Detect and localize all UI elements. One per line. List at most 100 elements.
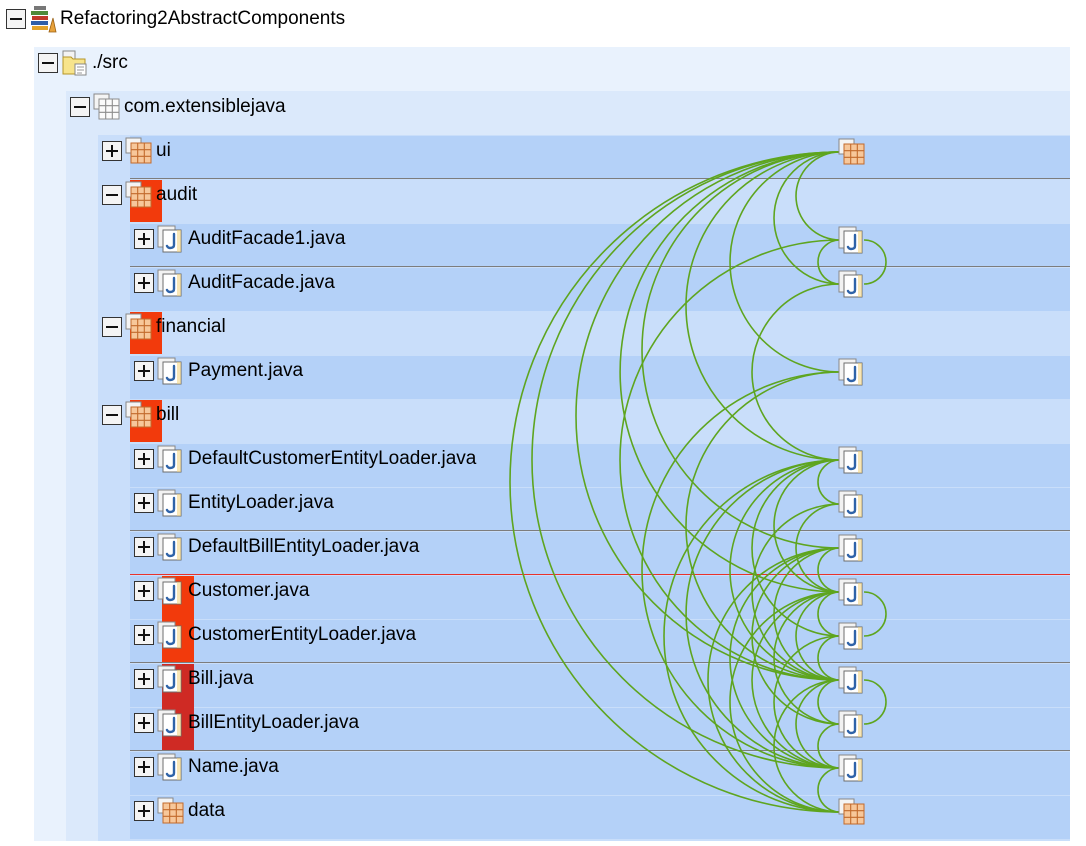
collapse-toggle[interactable] [102, 185, 122, 205]
dependency-arc [729, 459, 841, 681]
tree-row-auditfacade1[interactable]: AuditFacade1.java [134, 223, 345, 255]
tree-row-billentityloader[interactable]: BillEntityLoader.java [134, 707, 359, 739]
package-icon [125, 181, 153, 209]
expand-toggle[interactable] [134, 713, 154, 733]
expand-toggle[interactable] [134, 581, 154, 601]
dependency-java-icon[interactable] [838, 622, 866, 650]
tree-node-label: Bill.java [188, 668, 254, 689]
dependency-java-icon[interactable] [838, 666, 866, 694]
java-file-icon [157, 665, 185, 693]
expand-toggle[interactable] [134, 273, 154, 293]
dependency-arc [817, 459, 841, 505]
dependency-arc [773, 679, 841, 813]
package-icon [125, 137, 153, 165]
dependency-java-icon[interactable] [838, 534, 866, 562]
tree-row-customer[interactable]: Customer.java [134, 575, 309, 607]
tree-row-name[interactable]: Name.java [134, 751, 279, 783]
project-label: Refactoring2AbstractComponents [60, 8, 346, 29]
dependency-arc [817, 679, 841, 725]
dependency-arc [817, 591, 841, 637]
java-file-icon [157, 489, 185, 517]
source-folder-label: ./src [92, 52, 128, 73]
java-file-icon [157, 533, 185, 561]
dependency-java-icon[interactable] [838, 710, 866, 738]
tree-node-label: data [188, 800, 225, 821]
dependency-cycle-arc [863, 679, 887, 725]
collapse-toggle[interactable] [102, 405, 122, 425]
tree-row-bill-java[interactable]: Bill.java [134, 663, 253, 695]
package-icon [157, 797, 185, 825]
tree-row-payment[interactable]: Payment.java [134, 355, 303, 387]
dependency-arc [817, 635, 841, 681]
tree-row-bill[interactable]: bill [102, 399, 179, 431]
root-package-label: com.extensiblejava [124, 96, 286, 117]
tree-row-project[interactable]: Refactoring2AbstractComponents [6, 3, 345, 35]
package-icon [125, 313, 153, 341]
dependency-java-icon[interactable] [838, 226, 866, 254]
tree-row-ui[interactable]: ui [102, 135, 171, 167]
collapse-toggle[interactable] [102, 317, 122, 337]
collapse-toggle[interactable] [70, 97, 90, 117]
collapse-toggle[interactable] [38, 53, 58, 73]
java-file-icon [157, 753, 185, 781]
expand-toggle[interactable] [134, 625, 154, 645]
tree-node-label: Payment.java [188, 360, 304, 381]
java-file-icon [157, 225, 185, 253]
expand-toggle[interactable] [102, 141, 122, 161]
dependency-package-icon[interactable] [838, 798, 866, 826]
expand-toggle[interactable] [134, 229, 154, 249]
tree-node-label: CustomerEntityLoader.java [188, 624, 417, 645]
tree-row-source-folder[interactable]: ./src [38, 47, 128, 79]
dependency-package-icon[interactable] [838, 138, 866, 166]
dependency-cycle-arc [863, 239, 887, 285]
dependency-arc [817, 723, 841, 769]
tree-row-customerentityloader[interactable]: CustomerEntityLoader.java [134, 619, 416, 651]
tree-row-entityloader[interactable]: EntityLoader.java [134, 487, 334, 519]
collapse-toggle[interactable] [6, 9, 26, 29]
tree-node-label: ui [156, 140, 171, 161]
expand-toggle[interactable] [134, 493, 154, 513]
dependency-arc [729, 591, 841, 813]
source-folder-icon [61, 49, 89, 77]
tree-row-auditfacade[interactable]: AuditFacade.java [134, 267, 335, 299]
dependency-java-icon[interactable] [838, 578, 866, 606]
tree-row-data[interactable]: data [134, 795, 225, 827]
dependency-arc [619, 151, 841, 593]
package-icon [125, 401, 153, 429]
expand-toggle[interactable] [134, 801, 154, 821]
java-file-icon [157, 709, 185, 737]
tree-node-label: AuditFacade1.java [188, 228, 346, 249]
tree-node-label: AuditFacade.java [188, 272, 335, 293]
dependency-arc [817, 547, 841, 593]
dependency-arc [729, 547, 841, 769]
tree-row-financial[interactable]: financial [102, 311, 226, 343]
java-file-icon [157, 357, 185, 385]
tree-row-defaultbillentityloader[interactable]: DefaultBillEntityLoader.java [134, 531, 419, 563]
dependency-java-icon[interactable] [838, 270, 866, 298]
tree-node-label: DefaultCustomerEntityLoader.java [188, 448, 477, 469]
expand-toggle[interactable] [134, 757, 154, 777]
tree-node-label: bill [156, 404, 180, 425]
dependency-java-icon[interactable] [838, 754, 866, 782]
expand-toggle[interactable] [134, 361, 154, 381]
tree-node-label: audit [156, 184, 198, 205]
tree-node-label: DefaultBillEntityLoader.java [188, 536, 420, 557]
dependency-arc [795, 151, 841, 241]
expand-toggle[interactable] [134, 449, 154, 469]
dependency-arc [817, 239, 841, 285]
dependency-java-icon[interactable] [838, 446, 866, 474]
dependency-arc [729, 151, 841, 373]
expand-toggle[interactable] [134, 669, 154, 689]
tree-row-defaultcustomerentityloader[interactable]: DefaultCustomerEntityLoader.java [134, 443, 476, 475]
dependency-arc [619, 239, 841, 681]
dependency-java-icon[interactable] [838, 490, 866, 518]
expand-toggle[interactable] [134, 537, 154, 557]
dependency-java-icon[interactable] [838, 358, 866, 386]
tree-node-label: financial [156, 316, 226, 337]
dependency-arc [641, 371, 841, 769]
tree-node-label: BillEntityLoader.java [188, 712, 360, 733]
tree-row-audit[interactable]: audit [102, 179, 197, 211]
tree-row-root-package[interactable]: com.extensiblejava [70, 91, 286, 123]
java-file-icon [157, 445, 185, 473]
tree-node-label: Customer.java [188, 580, 310, 601]
